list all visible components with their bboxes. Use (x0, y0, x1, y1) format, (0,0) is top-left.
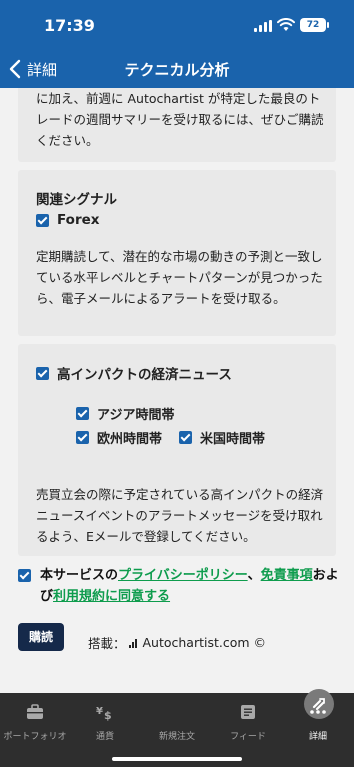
economic-news-checkbox[interactable] (36, 366, 49, 380)
session-us-checkbox[interactable] (179, 431, 192, 444)
related-signals-description: 定期購読して、潜在的な市場の動きの予測と一致している水平レベルとチャートパターン… (36, 249, 323, 306)
battery-tip (327, 22, 329, 28)
credit-brand[interactable]: Autochartist.com © (142, 635, 266, 650)
session-europe-label: 欧州時間帯 (97, 432, 163, 447)
related-signals-card: 関連シグナル Forex 定期購読して、潜在的な市場の動きの予測と一致している水… (18, 170, 336, 336)
session-asia[interactable]: アジア時間帯 (76, 404, 174, 423)
tab-new-order-label: 新規注文 (158, 732, 195, 742)
session-europe-checkbox[interactable] (76, 431, 89, 444)
privacy-policy-link[interactable]: プライバシーポリシー (118, 568, 248, 583)
agreement-checkbox[interactable] (18, 569, 31, 582)
tab-currency[interactable]: ¥ $ 通貨 (70, 693, 140, 742)
forex-label: Forex (57, 212, 100, 228)
nav-bar: 詳細 テクニカル分析 (0, 50, 354, 88)
tab-details[interactable]: 詳細 (283, 693, 353, 742)
related-signals-title: 関連シグナル (36, 192, 117, 208)
more-icon (310, 710, 326, 714)
agreement-prefix: 本サービスの (40, 568, 119, 583)
credit-prefix: 搭載： (87, 636, 126, 651)
tab-portfolio-label: ポートフォリオ (3, 732, 67, 742)
agreement-separator: 、 (247, 568, 261, 583)
tab-currency-label: 通貨 (95, 732, 114, 742)
tab-details-label: 詳細 (308, 732, 327, 742)
tab-feed[interactable]: フィード (213, 693, 283, 742)
powered-by: 搭載： Autochartist.com © (0, 633, 354, 652)
page-title: テクニカル分析 (124, 61, 230, 79)
tab-bar: ポートフォリオ ¥ $ 通貨 新規注文 フィード 詳細 (0, 689, 354, 767)
forex-checkbox[interactable] (36, 213, 49, 227)
signal-icon (254, 20, 272, 32)
economic-news-card: 高インパクトの経済ニュース アジア時間帯 欧州時間帯 米国時間帯 売買立会の際に… (18, 344, 336, 556)
forex-option[interactable]: Forex (36, 212, 99, 228)
autochartist-logo-icon (129, 637, 138, 648)
content-area[interactable]: に加え、前週に Autochartist が特定した最良のトレードの週間サマリー… (0, 88, 354, 693)
currency-icon: ¥ $ (96, 706, 112, 721)
wifi-icon (277, 18, 295, 31)
session-asia-checkbox[interactable] (76, 407, 89, 420)
intro-text: に加え、前週に Autochartist が特定した最良のトレードの週間サマリー… (36, 91, 324, 148)
session-us[interactable]: 米国時間帯 (179, 428, 265, 447)
economic-news-description: 売買立会の際に予定されている高インパクトの経済ニュースイベントのアラートメッセー… (36, 487, 324, 544)
session-europe[interactable]: 欧州時間帯 (76, 428, 162, 447)
agreement-text: 本サービスのプライバシーポリシー、免責事項および利用規約に同意する (40, 565, 340, 607)
status-bar: 17:39 72 (0, 0, 354, 50)
tab-portfolio[interactable]: ポートフォリオ (0, 693, 70, 742)
session-us-label: 米国時間帯 (200, 432, 266, 447)
svg-text:¥: ¥ (96, 706, 103, 717)
session-asia-label: アジア時間帯 (97, 408, 175, 423)
feed-icon (241, 705, 255, 719)
svg-text:$: $ (104, 709, 112, 721)
tab-feed-label: フィード (230, 732, 266, 742)
terms-link[interactable]: 利用規約に同意する (53, 589, 170, 604)
economic-news-option[interactable]: 高インパクトの経済ニュース (36, 363, 232, 383)
intro-card: に加え、前週に Autochartist が特定した最良のトレードの週間サマリー… (18, 88, 336, 162)
status-time: 17:39 (44, 16, 95, 35)
home-indicator[interactable] (112, 757, 242, 761)
battery-icon: 72 (300, 18, 326, 32)
disclaimer-link[interactable]: 免責事項 (261, 568, 313, 583)
tab-new-order[interactable]: 新規注文 (142, 689, 334, 742)
economic-news-title: 高インパクトの経済ニュース (57, 367, 232, 383)
briefcase-icon (27, 704, 43, 719)
